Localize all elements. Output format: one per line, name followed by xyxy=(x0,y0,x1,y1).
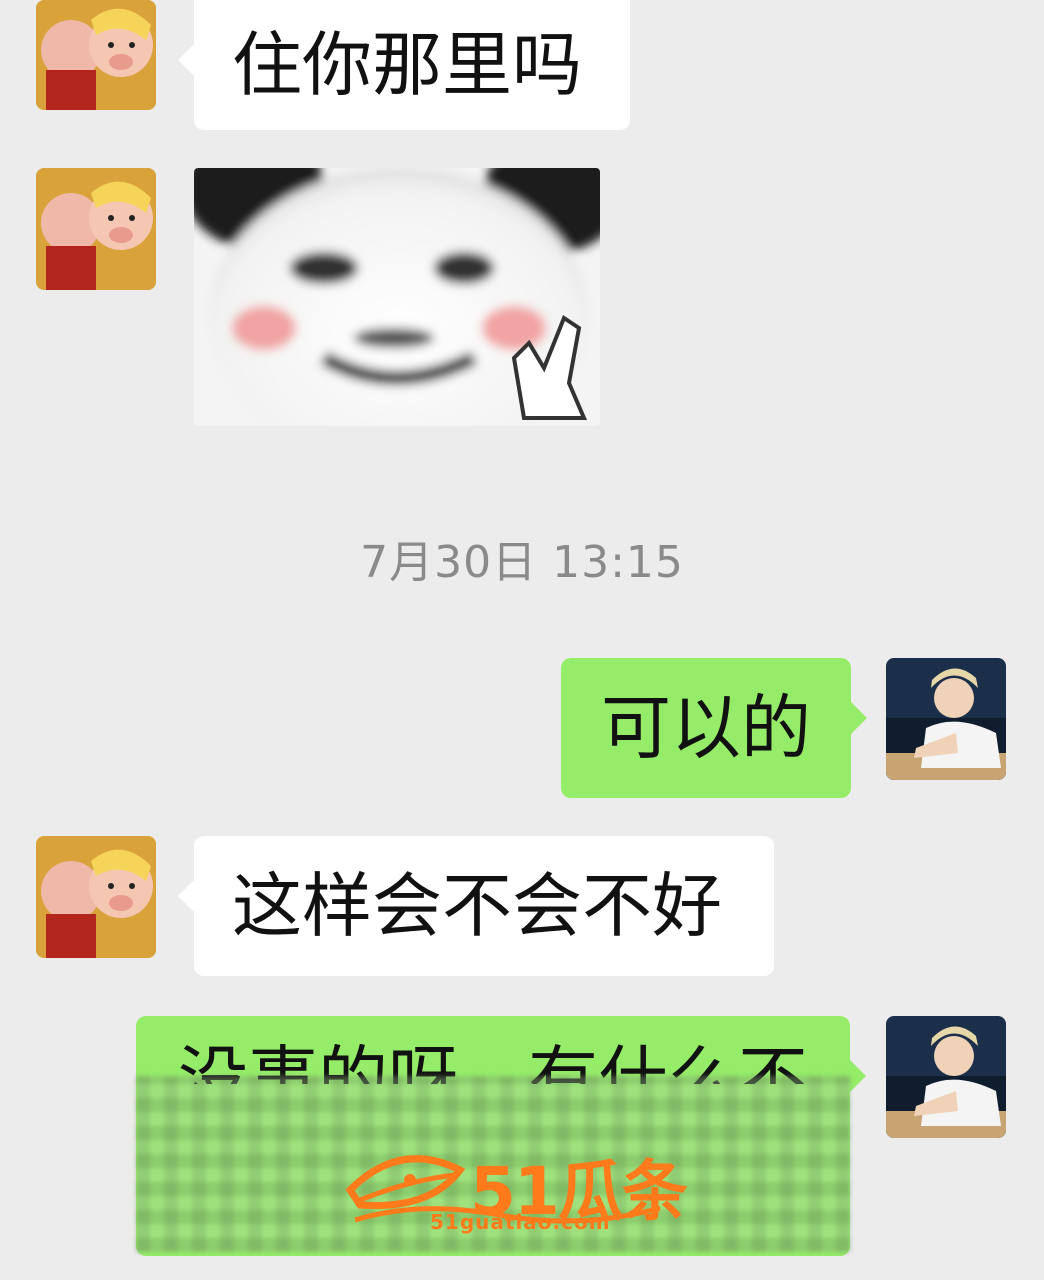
message-text: 这样会不会不好 xyxy=(232,865,722,947)
message-text: 可以的 xyxy=(601,687,811,769)
message-bubble-outgoing[interactable]: 可以的 xyxy=(561,658,867,798)
contact-avatar-icon[interactable] xyxy=(36,168,156,290)
timestamp: 7月30日 13:15 xyxy=(360,537,684,588)
watermark-url: 51guatiao.com xyxy=(430,1210,611,1234)
contact-avatar-icon[interactable] xyxy=(36,0,156,110)
contact-avatar-icon[interactable] xyxy=(36,836,156,958)
self-avatar-icon[interactable] xyxy=(886,658,1006,780)
message-bubble-incoming[interactable]: 住你那里吗 xyxy=(178,0,630,130)
self-avatar-icon[interactable] xyxy=(886,1016,1006,1138)
message-text: 住你那里吗 xyxy=(232,24,582,106)
message-bubble-incoming[interactable]: 这样会不会不好 xyxy=(178,836,774,976)
panda-meme-sticker[interactable] xyxy=(194,168,600,426)
